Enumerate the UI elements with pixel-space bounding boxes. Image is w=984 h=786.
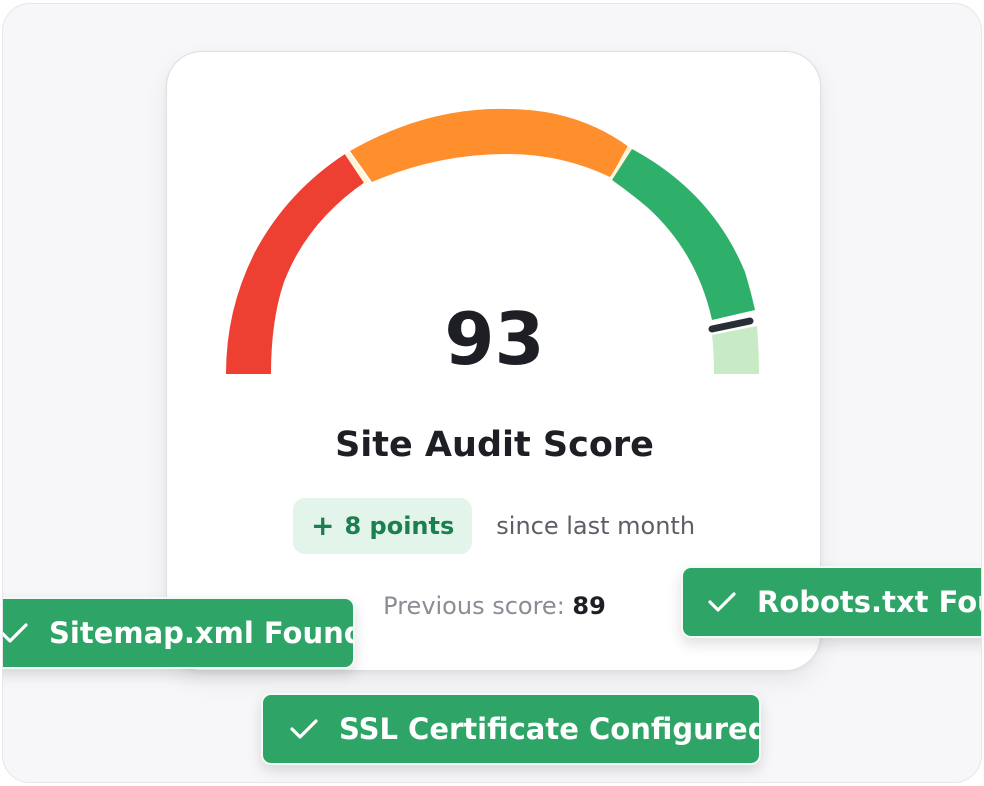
previous-score-label: Previous score: <box>383 592 573 620</box>
card-title: Site Audit Score <box>335 425 654 465</box>
robots-found-badge: Robots.txt Found <box>681 566 981 638</box>
ssl-configured-badge: SSL Certificate Configured <box>261 693 761 765</box>
score-change-label: 8 points <box>344 512 455 540</box>
check-icon <box>3 623 28 643</box>
plus-icon: + <box>311 509 335 542</box>
audit-score-value: 93 <box>444 297 545 381</box>
sitemap-found-label: Sitemap.xml Found <box>49 616 355 650</box>
check-icon <box>290 719 318 739</box>
gauge-segment-good <box>612 149 755 320</box>
score-change-period: since last month <box>496 512 696 540</box>
gauge-segment-average <box>350 108 629 182</box>
score-change-row: + 8 points since last month <box>293 498 695 554</box>
score-change-badge: + 8 points <box>293 498 473 554</box>
robots-found-label: Robots.txt Found <box>757 585 981 619</box>
background-frame: 93 Site Audit Score + 8 points since las… <box>2 3 982 783</box>
check-icon <box>708 592 736 612</box>
ssl-configured-label: SSL Certificate Configured <box>339 712 761 746</box>
sitemap-found-badge: Sitemap.xml Found <box>3 597 355 669</box>
previous-score-value: 89 <box>572 592 606 620</box>
